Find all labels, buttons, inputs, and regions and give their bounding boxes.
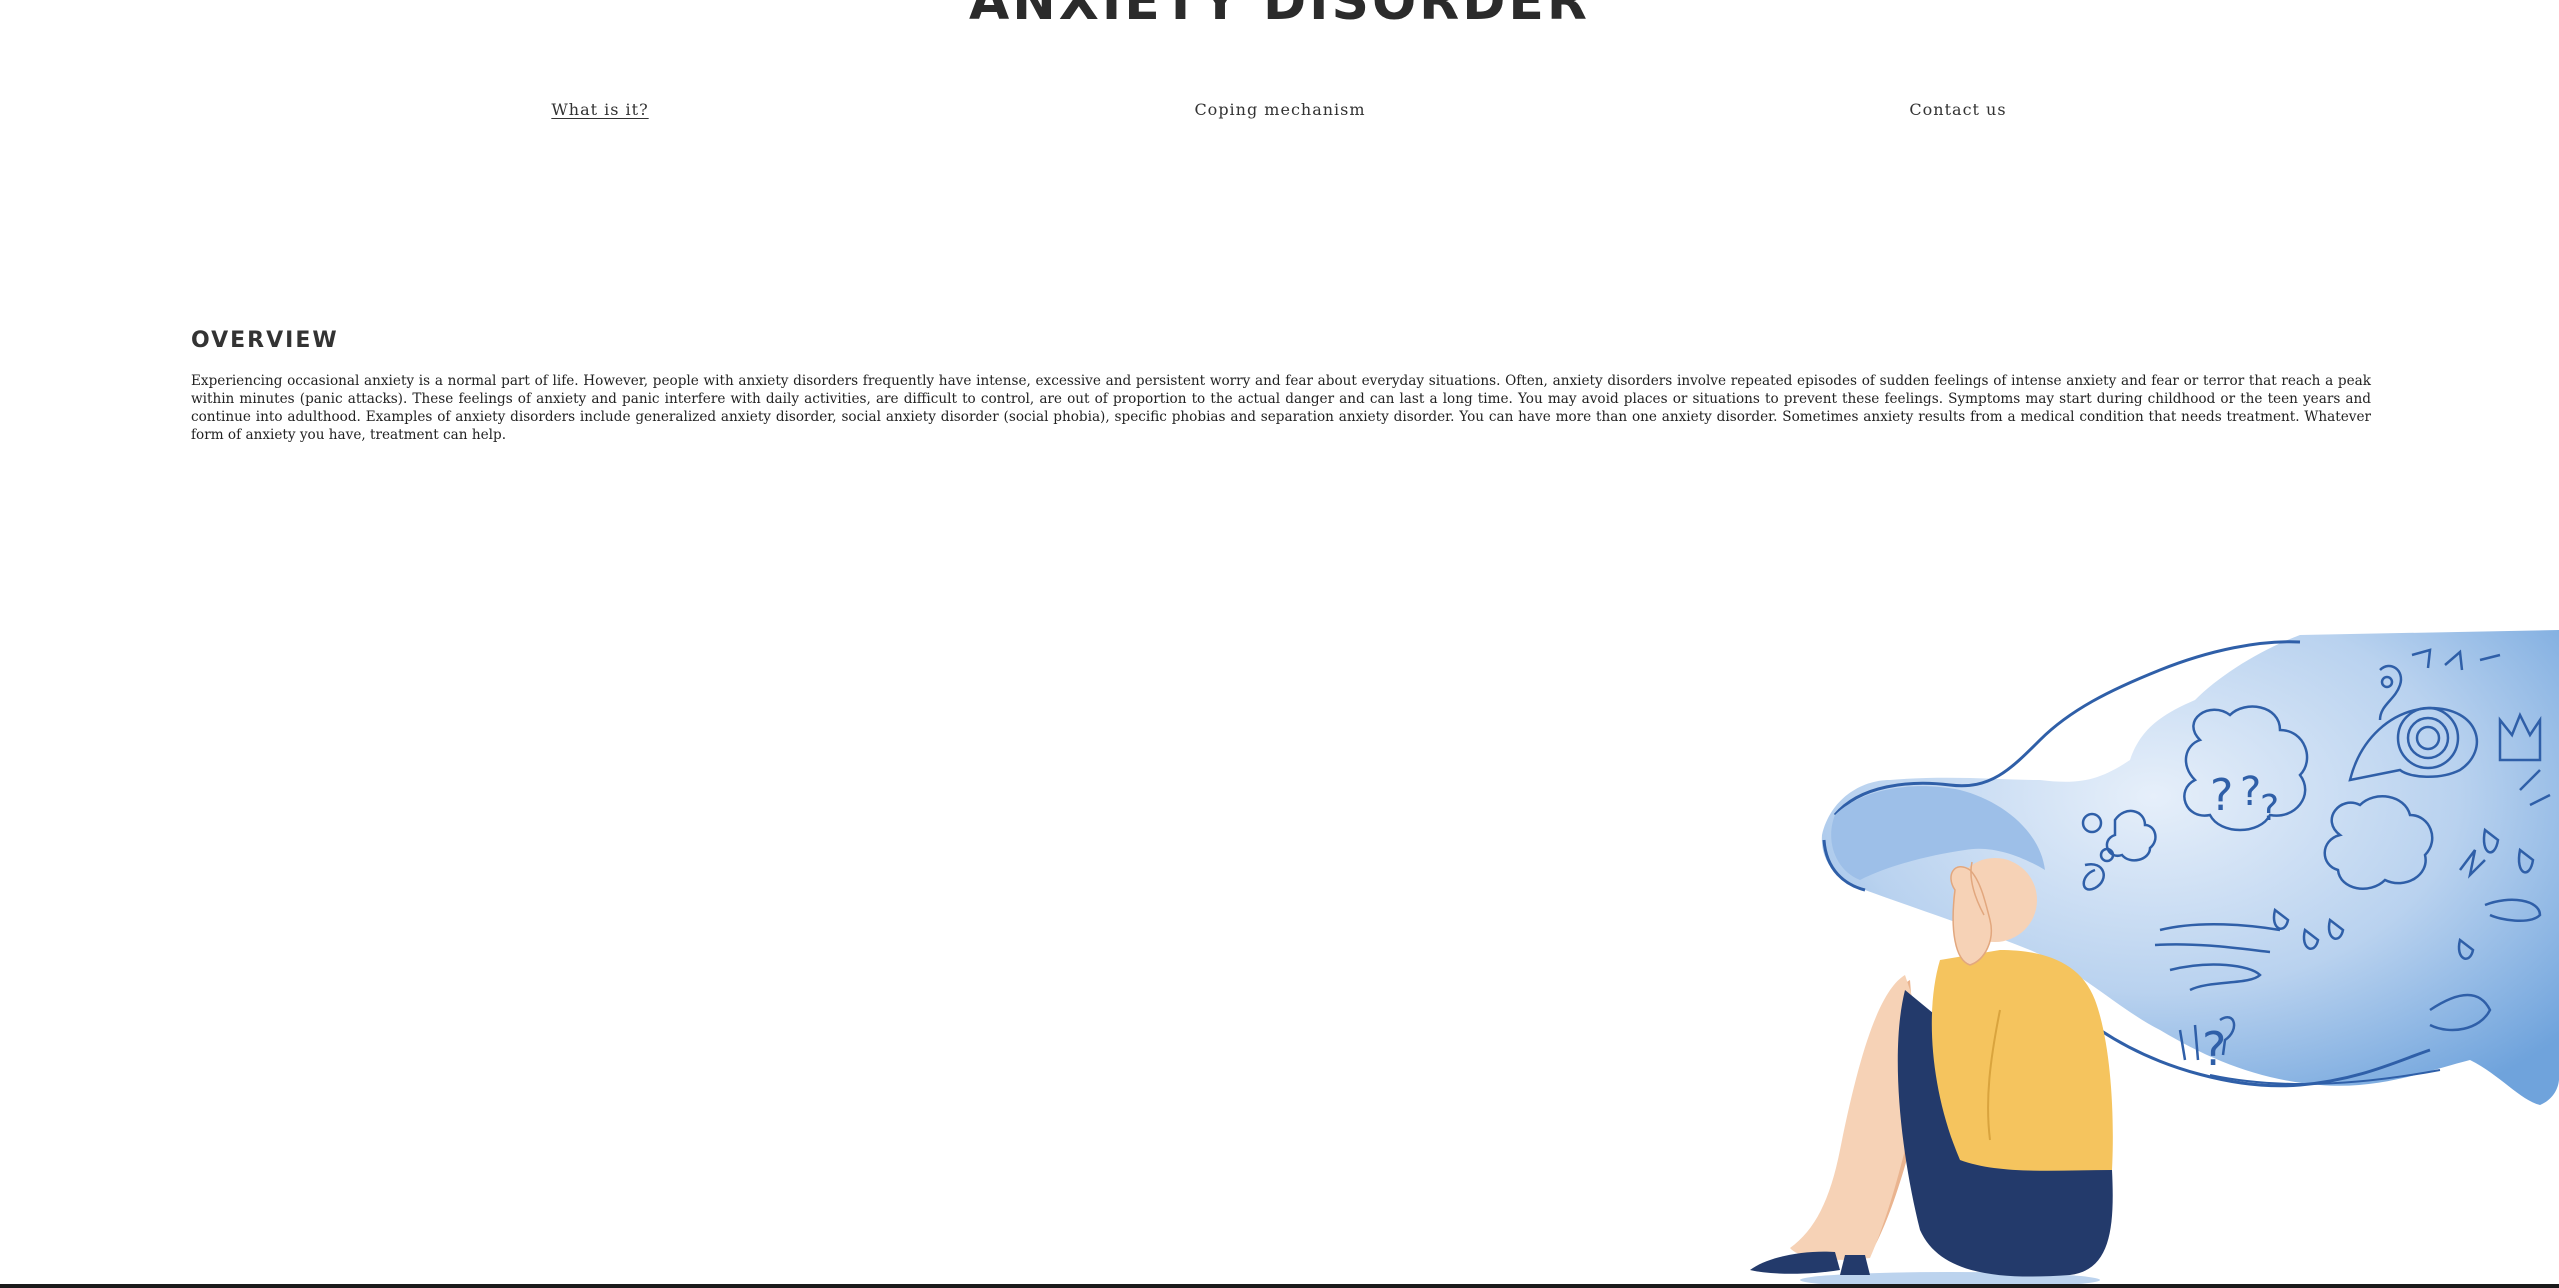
svg-text:?: ? xyxy=(2202,1022,2226,1076)
main-nav: What is it? Coping mechanism Contact us xyxy=(0,100,2559,124)
overview-heading: OVERVIEW xyxy=(191,328,339,353)
nav-link-coping-mechanism[interactable]: Coping mechanism xyxy=(1194,100,1365,119)
svg-text:?: ? xyxy=(2210,770,2233,821)
overview-body: Experiencing occasional anxiety is a nor… xyxy=(191,373,2371,443)
bottom-divider xyxy=(0,1284,2559,1288)
page-title: ANXIETY DISORDER xyxy=(969,0,1590,32)
nav-link-contact-us[interactable]: Contact us xyxy=(1909,100,2006,119)
nav-link-what-is-it[interactable]: What is it? xyxy=(551,100,648,119)
anxious-person-illustration: ? ? ? ? xyxy=(1750,630,2559,1288)
svg-text:?: ? xyxy=(2240,769,2261,815)
svg-text:?: ? xyxy=(2260,788,2279,829)
